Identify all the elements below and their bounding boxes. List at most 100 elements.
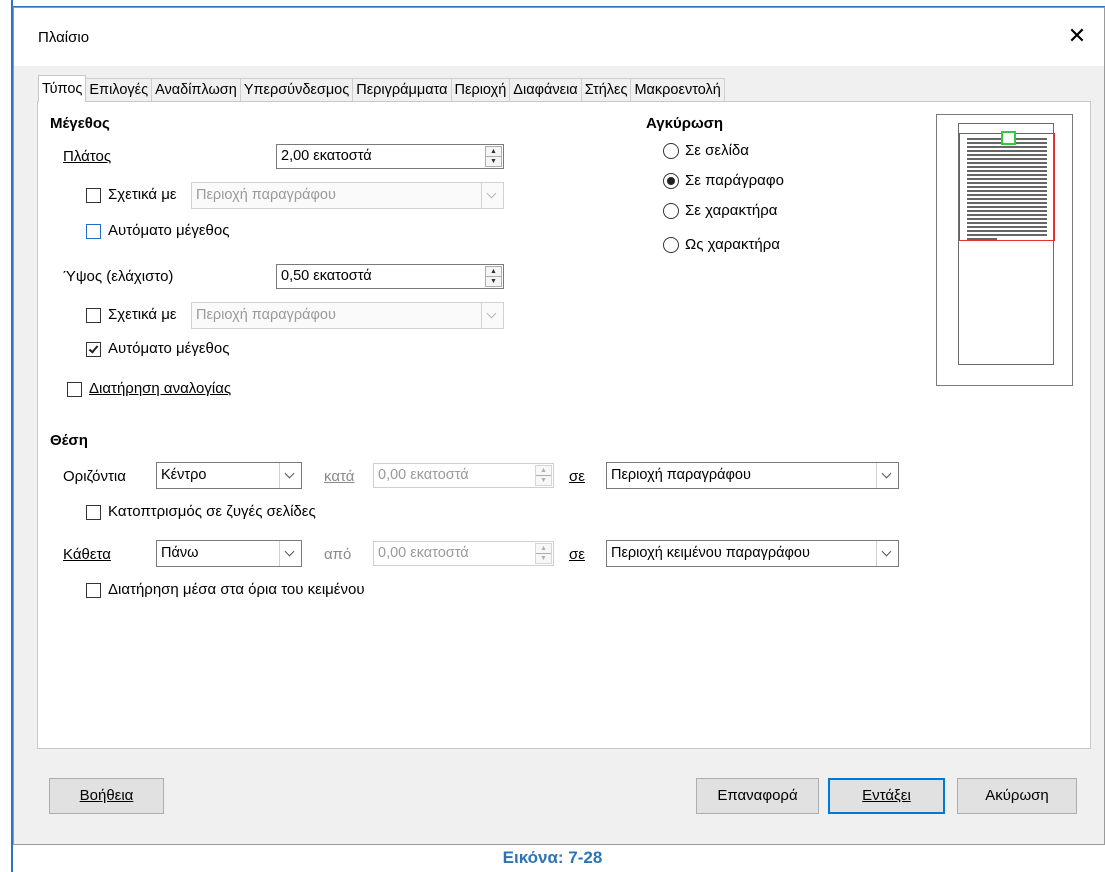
tab-borders[interactable]: Περιγράμματα	[352, 78, 452, 102]
preview-text-line	[967, 182, 1047, 184]
preview-text-line	[967, 166, 1047, 168]
tab-transparency[interactable]: Διαφάνεια	[509, 78, 582, 102]
horizontal-combo[interactable]: Κέντρο	[156, 462, 302, 489]
size-section-title: Μέγεθος	[50, 115, 110, 132]
help-button-label: Βοήθεια	[79, 787, 134, 804]
height-relative-combo[interactable]: Περιοχή παραγράφου	[191, 302, 504, 329]
radio-selected-dot	[667, 177, 675, 185]
height-relative-value: Περιοχή παραγράφου	[196, 307, 336, 323]
horizontal-value: Κέντρο	[161, 467, 207, 483]
title-bar: Πλαίσιο ✕	[14, 8, 1104, 66]
keep-inside-label: Διατήρηση μέσα στα όρια του κειμένου	[108, 581, 365, 598]
anchor-char-radio[interactable]	[663, 203, 679, 219]
cancel-button-label: Ακύρωση	[985, 787, 1049, 804]
spin-down-icon[interactable]: ▼	[486, 277, 501, 287]
tab-macro[interactable]: Μακροεντολή	[630, 78, 725, 102]
width-relative-checkbox[interactable]	[86, 188, 101, 203]
horizontal-to-combo[interactable]: Περιοχή παραγράφου	[606, 462, 899, 489]
vertical-by-value: 0,00 εκατοστά	[378, 545, 469, 561]
preview-text-line	[967, 170, 1047, 172]
height-relative-label: Σχετικά με	[108, 306, 177, 323]
height-spin-buttons[interactable]: ▲ ▼	[485, 266, 502, 287]
chevron-down-icon[interactable]	[279, 463, 301, 488]
width-relative-label: Σχετικά με	[108, 186, 177, 203]
tab-panel-type: Μέγεθος Πλάτος 2,00 εκατοστά ▲ ▼ Σχετικά …	[37, 101, 1091, 749]
close-icon[interactable]: ✕	[1064, 23, 1090, 49]
height-auto-checkbox[interactable]	[86, 342, 101, 357]
width-label: Πλάτος	[63, 148, 112, 165]
ok-button[interactable]: Εντάξει	[828, 778, 945, 814]
chevron-down-icon[interactable]	[481, 303, 503, 328]
preview-text-line	[967, 154, 1047, 156]
anchor-page-radio[interactable]	[663, 143, 679, 159]
width-relative-combo[interactable]: Περιοχή παραγράφου	[191, 182, 504, 209]
vertical-by-spinbox[interactable]: 0,00 εκατοστά ▲ ▼	[373, 541, 554, 566]
horizontal-by-spinbox[interactable]: 0,00 εκατοστά ▲ ▼	[373, 463, 554, 488]
reset-button[interactable]: Επαναφορά	[696, 778, 819, 814]
chevron-down-icon[interactable]	[876, 463, 898, 488]
height-spinbox[interactable]: 0,50 εκατοστά ▲ ▼	[276, 264, 504, 289]
preview-text-line	[967, 238, 997, 240]
anchor-section-title: Αγκύρωση	[646, 115, 724, 132]
preview-text-line	[967, 146, 1047, 148]
tab-wrap[interactable]: Αναδίπλωση	[151, 78, 241, 102]
tab-area[interactable]: Περιοχή	[450, 78, 511, 102]
spin-up-icon[interactable]: ▲	[486, 267, 501, 277]
preview-text-line	[967, 230, 1047, 232]
horizontal-by-spin-buttons[interactable]: ▲ ▼	[535, 465, 552, 486]
preview-text-line	[967, 158, 1047, 160]
spin-down-icon[interactable]: ▼	[536, 476, 551, 486]
spin-up-icon[interactable]: ▲	[536, 466, 551, 476]
mirror-checkbox[interactable]	[86, 505, 101, 520]
spin-down-icon[interactable]: ▼	[486, 157, 501, 167]
horizontal-to-label: σε	[569, 468, 585, 485]
height-label: Ύψος (ελάχιστο)	[63, 268, 174, 285]
vertical-combo[interactable]: Πάνω	[156, 540, 302, 567]
width-spinbox[interactable]: 2,00 εκατοστά ▲ ▼	[276, 144, 504, 169]
vertical-by-spin-buttons[interactable]: ▲ ▼	[535, 543, 552, 564]
chevron-down-icon[interactable]	[481, 183, 503, 208]
preview-text-line	[967, 206, 1047, 208]
horizontal-by-value: 0,00 εκατοστά	[378, 467, 469, 483]
height-relative-checkbox[interactable]	[86, 308, 101, 323]
preview-text-line	[967, 162, 1047, 164]
tab-hyperlink[interactable]: Υπερσύνδεσμος	[239, 78, 354, 102]
vertical-label: Κάθετα	[63, 546, 111, 563]
help-button[interactable]: Βοήθεια	[49, 778, 164, 814]
vertical-to-label: σε	[569, 546, 585, 563]
preview-text-line	[967, 202, 1047, 204]
width-spin-buttons[interactable]: ▲ ▼	[485, 146, 502, 167]
preview-text-line	[967, 174, 1047, 176]
tab-columns[interactable]: Στήλες	[580, 78, 632, 102]
ok-button-label: Εντάξει	[862, 787, 911, 804]
keep-inside-checkbox[interactable]	[86, 583, 101, 598]
chevron-down-icon[interactable]	[876, 541, 898, 566]
chevron-down-icon[interactable]	[279, 541, 301, 566]
preview-text-line	[967, 226, 1047, 228]
cancel-button[interactable]: Ακύρωση	[957, 778, 1077, 814]
tab-options[interactable]: Επιλογές	[85, 78, 153, 102]
spin-up-icon[interactable]: ▲	[486, 147, 501, 157]
preview-text-line	[967, 178, 1047, 180]
preview-text-line	[967, 210, 1047, 212]
horizontal-by-label: κατά	[324, 468, 355, 485]
preview-text-line	[967, 198, 1047, 200]
anchor-page-label: Σε σελίδα	[685, 142, 749, 159]
width-auto-label: Αυτόματο μέγεθος	[108, 222, 230, 239]
keep-ratio-label: Διατήρηση αναλογίας	[89, 380, 232, 397]
vertical-by-label: από	[324, 546, 352, 563]
preview-text-line	[967, 214, 1047, 216]
keep-ratio-checkbox[interactable]	[67, 382, 82, 397]
figure-caption: Εικόνα: 7-28	[502, 848, 603, 867]
tab-type[interactable]: Τύπος	[38, 75, 87, 102]
anchor-paragraph-radio[interactable]	[663, 173, 679, 189]
spin-up-icon[interactable]: ▲	[536, 544, 551, 554]
checkmark-icon	[88, 343, 99, 354]
width-auto-checkbox[interactable]	[86, 224, 101, 239]
vertical-to-combo[interactable]: Περιοχή κειμένου παραγράφου	[606, 540, 899, 567]
anchor-as-char-radio[interactable]	[663, 237, 679, 253]
spin-down-icon[interactable]: ▼	[536, 554, 551, 564]
preview-text-line	[967, 190, 1047, 192]
width-value: 2,00 εκατοστά	[281, 148, 372, 164]
reset-button-label: Επαναφορά	[717, 787, 798, 804]
